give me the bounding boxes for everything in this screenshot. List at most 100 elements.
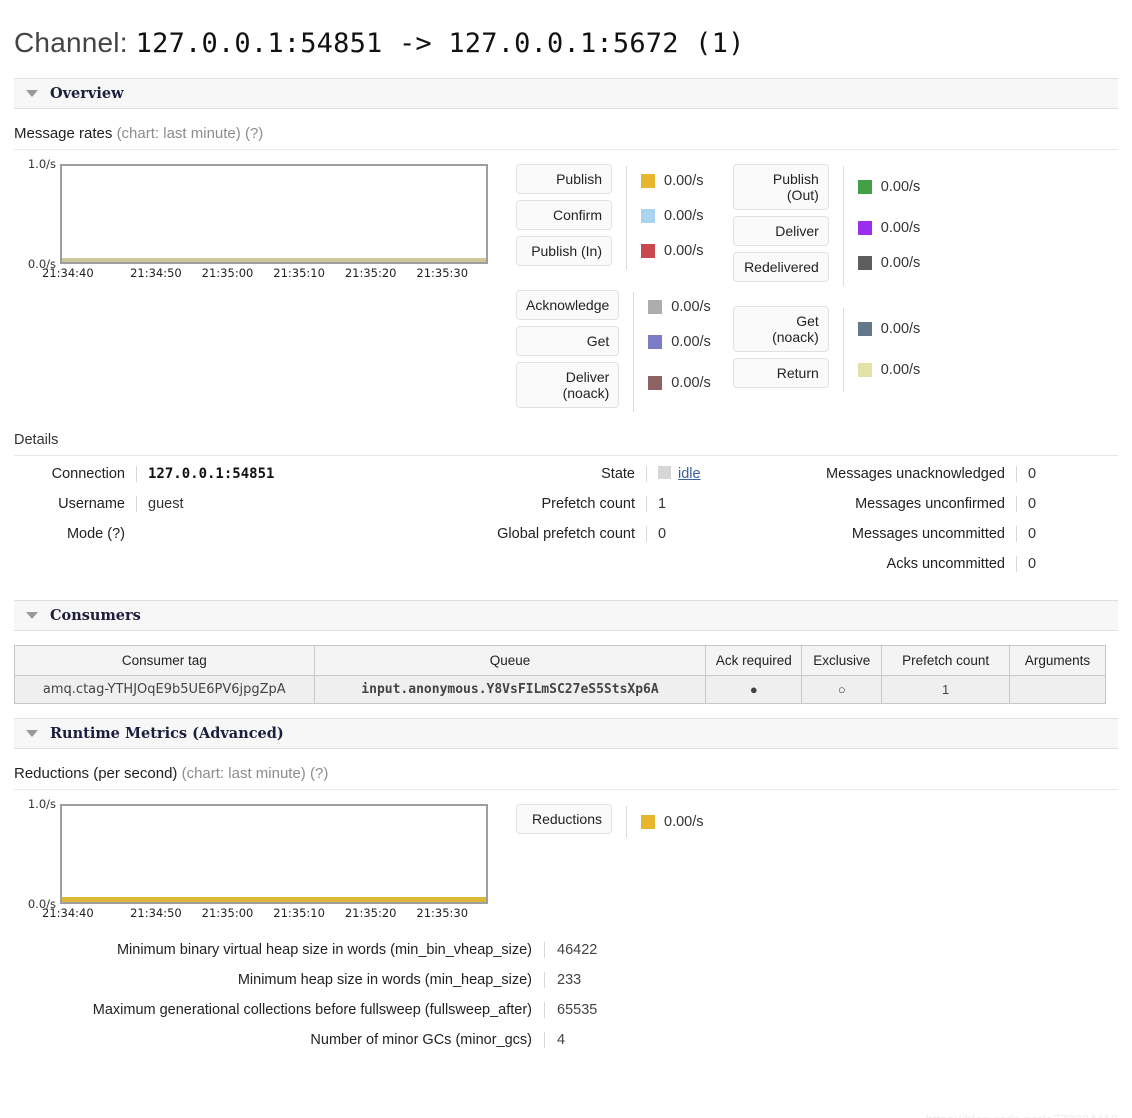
column-header-arguments[interactable]: Arguments (1009, 645, 1106, 677)
chevron-down-icon (26, 612, 38, 620)
column-header-queue[interactable]: Queue (313, 645, 707, 677)
toggle-confirm-button[interactable]: Confirm (516, 199, 612, 230)
status-badge-idle[interactable]: idle (678, 466, 701, 482)
legend-group-publish-out: Publish (Out) Deliver Redelivered 0.00/s… (732, 163, 920, 288)
details-value-state: idle (646, 466, 756, 483)
x-axis-tick: 21:35:20 (344, 906, 397, 921)
legend-divider (633, 291, 635, 413)
details-row: Connection 127.0.0.1:54851 (14, 466, 416, 496)
details-row: Messages unacknowledged 0 (756, 466, 1076, 496)
legend-buttons-get-noack: Get (noack) Return (732, 305, 829, 394)
legend-divider (842, 165, 844, 286)
reductions-chart: 1.0/s 0.0/s 21:34:40 21:34:50 21:35:00 2… (0, 797, 488, 921)
rate-confirm: 0.00/s (641, 199, 704, 234)
x-axis-tick: 21:35:00 (201, 906, 254, 921)
details-column-state: State idle Prefetch count 1 Global prefe… (416, 466, 756, 586)
toggle-get-button[interactable]: Get (516, 325, 620, 356)
color-swatch-redelivered (857, 256, 872, 270)
details-value-messages-unconfirmed: 0 (1016, 496, 1076, 513)
metric-value-minor-gcs: 4 (544, 1032, 624, 1049)
reductions-help-icon[interactable]: (?) (310, 765, 328, 782)
details-row: Messages uncommitted 0 (756, 526, 1076, 556)
message-rates-chart: 1.0/s 0.0/s 21:34:40 21:34:50 21:35:00 2… (0, 157, 488, 280)
metric-value-fullsweep-after: 65535 (544, 1002, 624, 1019)
toggle-get-noack-button[interactable]: Get (noack) (732, 305, 829, 353)
section-header-runtime-metrics[interactable]: Runtime Metrics (Advanced) (14, 718, 1118, 750)
details-value-global-prefetch-count: 0 (646, 526, 756, 543)
details-key-global-prefetch-count: Global prefetch count (497, 526, 635, 543)
color-swatch-publish-in (641, 244, 655, 258)
x-axis-tick: 21:35:00 (201, 265, 254, 280)
legend-divider (626, 806, 627, 839)
color-swatch-acknowledge (648, 300, 663, 315)
details-heading: Details (14, 432, 1118, 457)
page-title: Channel: 127.0.0.1:54851 -> 127.0.0.1:56… (0, 19, 1132, 59)
column-header-exclusive[interactable]: Exclusive (801, 645, 883, 677)
y-axis-bottom-tick: 0.0/s (27, 897, 56, 912)
rate-redelivered: 0.00/s (857, 246, 920, 281)
chart-x-axis: 21:34:40 21:34:50 21:35:00 21:35:10 21:3… (42, 906, 488, 921)
rate-value-get: 0.00/s (671, 334, 711, 351)
details-key-messages-unacknowledged: Messages unacknowledged (826, 466, 1005, 483)
details-row: State idle (416, 466, 756, 496)
details-key-messages-unconfirmed: Messages unconfirmed (855, 496, 1005, 513)
y-axis-top-tick: 1.0/s (27, 797, 56, 812)
toggle-publish-out-button[interactable]: Publish (Out) (732, 163, 829, 210)
toggle-reductions-button[interactable]: Reductions (516, 804, 612, 835)
legend-divider (842, 307, 844, 393)
legend-buttons-publish: Publish Confirm Publish (In) (516, 163, 612, 272)
details-value-acks-uncommitted: 0 (1016, 556, 1076, 573)
table-row: amq.ctag-YTHJOqE9b5UE6PV6jpgZpA input.an… (14, 675, 1106, 705)
y-axis-top-tick: 1.0/s (27, 156, 56, 171)
details-key-messages-uncommitted: Messages uncommitted (851, 526, 1005, 543)
chart-plot-area (60, 804, 488, 905)
column-header-consumer-tag[interactable]: Consumer tag (14, 645, 315, 677)
toggle-acknowledge-button[interactable]: Acknowledge (516, 289, 620, 320)
message-rates-text: Message rates (14, 124, 113, 142)
chart-x-axis: 21:34:40 21:34:50 21:35:00 21:35:10 21:3… (42, 265, 488, 280)
details-key-prefetch-count: Prefetch count (541, 496, 636, 513)
toggle-return-button[interactable]: Return (732, 358, 829, 389)
column-header-prefetch-count[interactable]: Prefetch count (881, 645, 1010, 677)
rate-value-get-noack: 0.00/s (880, 321, 921, 338)
details-value-messages-unacknowledged: 0 (1016, 466, 1076, 483)
details-row: Username guest (14, 496, 416, 526)
details-key-connection: Connection (51, 466, 125, 483)
details-value-connection[interactable]: 127.0.0.1:54851 (136, 466, 416, 483)
color-swatch-deliver-noack (648, 376, 663, 391)
rate-publish-out: 0.00/s (857, 164, 920, 211)
toggle-publish-in-button[interactable]: Publish (In) (516, 235, 612, 266)
details-column-messages: Messages unacknowledged 0 Messages uncon… (756, 466, 1076, 586)
toggle-publish-button[interactable]: Publish (516, 163, 612, 194)
toggle-deliver-button[interactable]: Deliver (732, 215, 829, 246)
rate-value-deliver-noack: 0.00/s (671, 375, 711, 392)
table-header-row: Consumer tag Queue Ack required Exclusiv… (14, 645, 1106, 677)
message-rates-label: Message rates (chart: last minute) (?) (14, 125, 1118, 150)
legend-column-left: Publish Confirm Publish (In) 0.00/s 0.00… (516, 163, 711, 415)
details-key-username: Username (58, 496, 125, 513)
rate-value-publish-in: 0.00/s (664, 243, 704, 259)
rate-deliver-noack: 0.00/s (648, 360, 711, 407)
rate-get: 0.00/s (648, 325, 711, 360)
cell-queue-name[interactable]: input.anonymous.Y8VsFILmSC27eS5StsXp6A (313, 675, 707, 705)
color-swatch-get-noack (857, 322, 872, 337)
legend-buttons-reductions: Reductions (516, 804, 612, 840)
rate-publish: 0.00/s (641, 164, 704, 199)
section-header-overview[interactable]: Overview (14, 77, 1118, 109)
legend-group-acknowledge: Acknowledge Get Deliver (noack) 0.00/s 0… (516, 289, 711, 414)
column-header-ack-required[interactable]: Ack required (705, 645, 803, 677)
legend-values-acknowledge: 0.00/s 0.00/s 0.00/s (648, 290, 711, 414)
cell-exclusive: ○ (801, 675, 883, 705)
section-header-consumers[interactable]: Consumers (14, 600, 1118, 632)
message-rates-help-icon[interactable]: (?) (245, 125, 263, 142)
chart-plot-area (60, 163, 488, 264)
toggle-deliver-noack-button[interactable]: Deliver (noack) (516, 361, 620, 409)
consumers-table: Consumer tag Queue Ack required Exclusiv… (14, 645, 1106, 705)
rate-publish-in: 0.00/s (641, 234, 704, 269)
chevron-down-icon (26, 89, 38, 97)
toggle-redelivered-button[interactable]: Redelivered (732, 251, 829, 282)
cell-consumer-tag: amq.ctag-YTHJOqE9b5UE6PV6jpgZpA (14, 675, 315, 705)
color-swatch-get (648, 335, 663, 350)
metric-row: Minimum heap size in words (min_heap_siz… (14, 972, 1118, 1002)
y-axis-bottom-tick: 0.0/s (27, 256, 56, 271)
